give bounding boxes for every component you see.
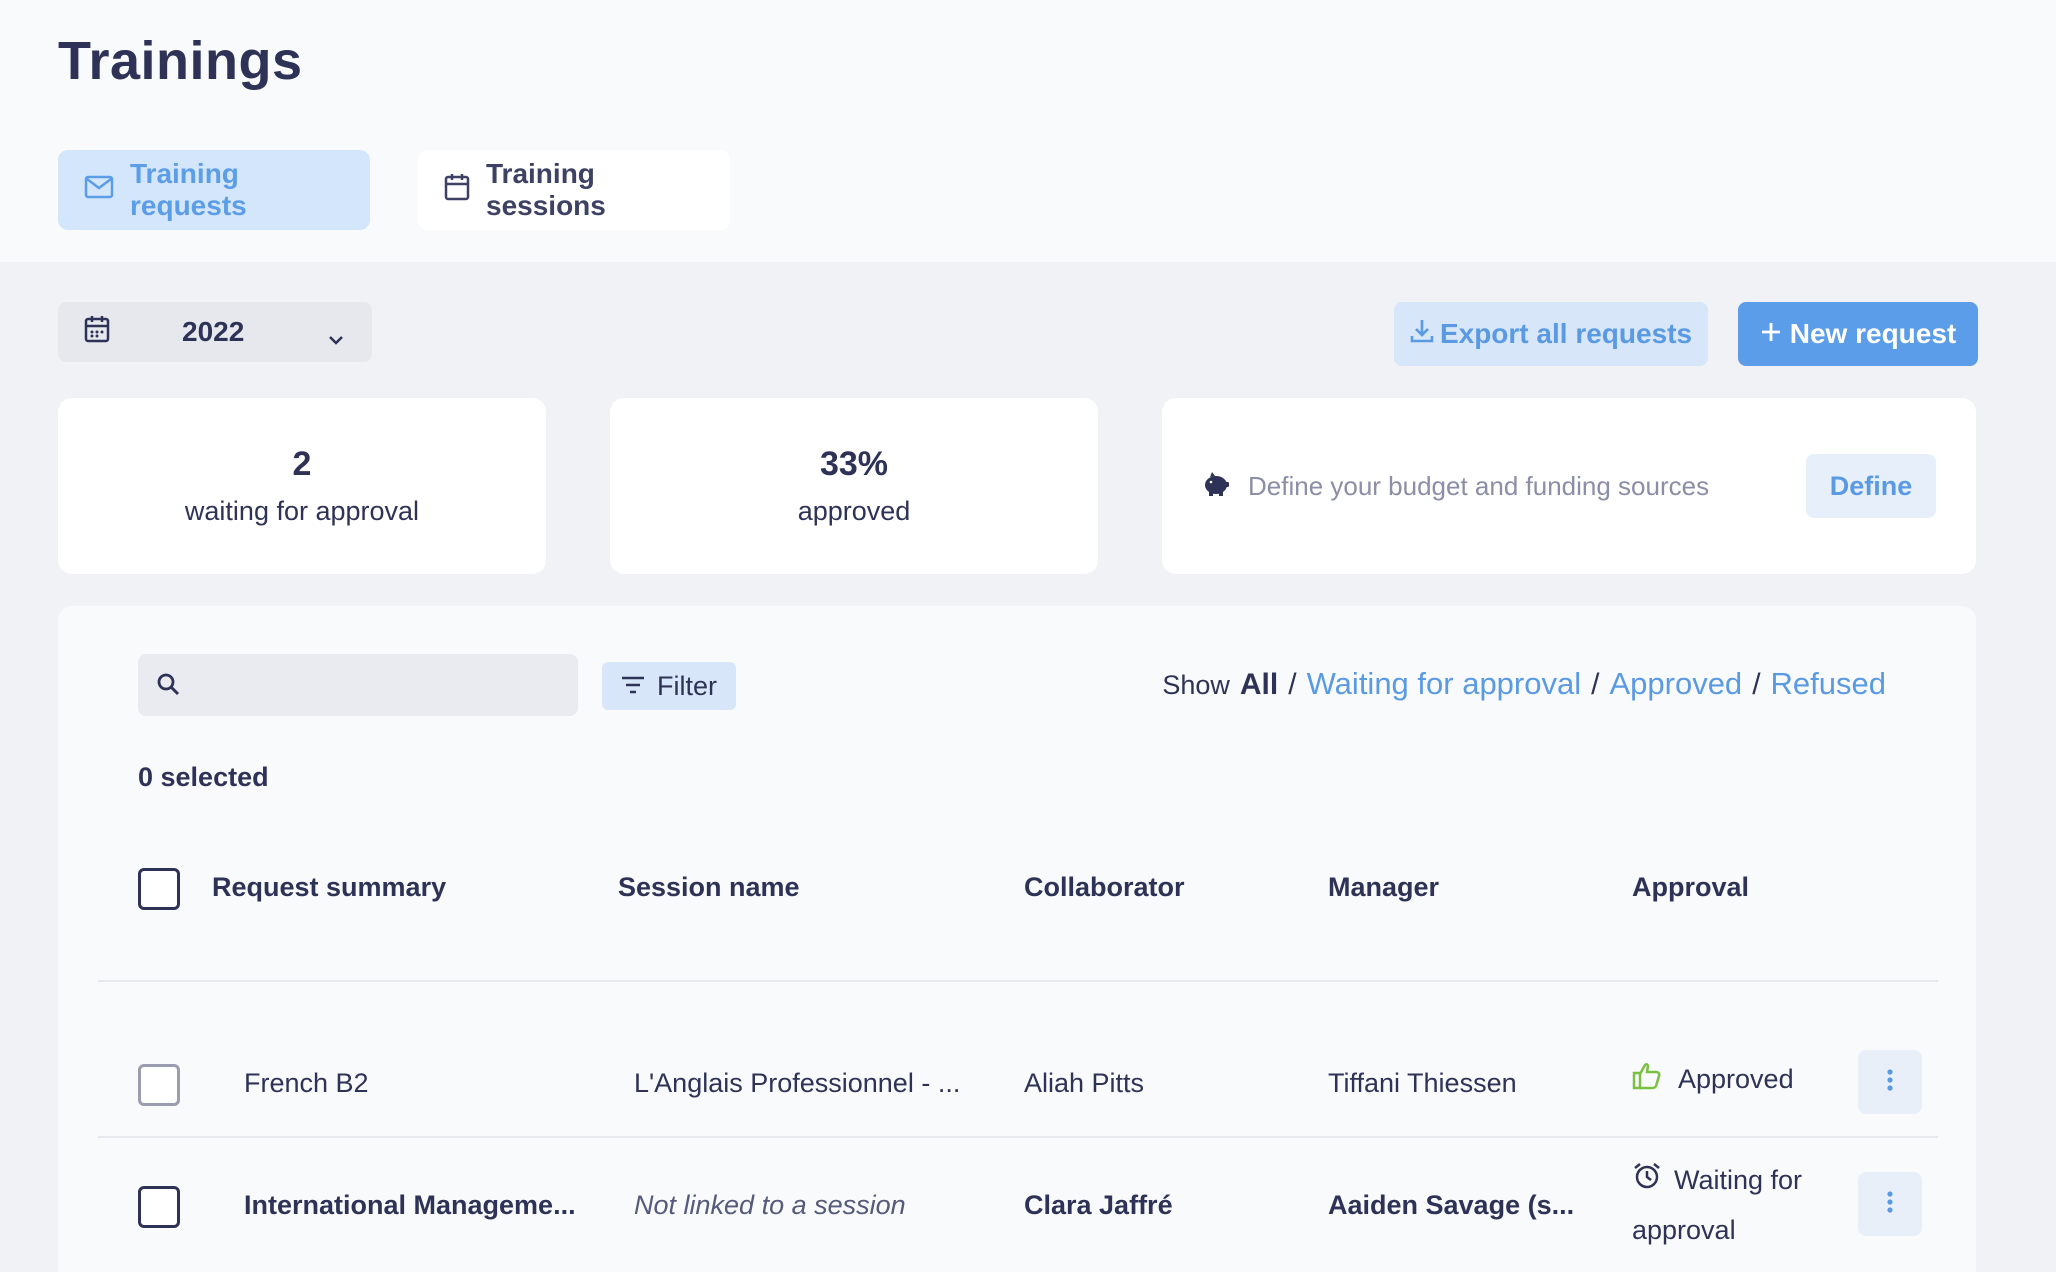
export-label: Export all requests — [1439, 318, 1693, 349]
filter-refused-link[interactable]: Refused — [1771, 666, 1886, 702]
row-checkbox[interactable] — [138, 1064, 180, 1106]
thumbs-up-icon — [1632, 1062, 1662, 1097]
year-value: 2022 — [182, 316, 245, 347]
row-checkbox[interactable] — [138, 1186, 180, 1228]
column-header-approval[interactable]: Approval — [1632, 872, 1749, 903]
filter-button[interactable]: Filter — [602, 662, 736, 710]
row-actions-button[interactable] — [1858, 1050, 1922, 1114]
column-header-summary[interactable]: Request summary — [212, 872, 446, 903]
stat-label: waiting for approval — [184, 496, 420, 526]
approval-label-line1: Waiting for — [1674, 1165, 1803, 1195]
column-header-manager[interactable]: Manager — [1328, 872, 1439, 903]
tab-label: Training requests — [130, 158, 247, 221]
year-select[interactable]: 2022 — [58, 302, 372, 362]
mail-icon — [84, 174, 114, 206]
column-header-collaborator[interactable]: Collaborator — [1024, 872, 1185, 903]
stat-value: 33% — [819, 445, 889, 483]
tab-training-sessions[interactable]: Training sessions — [418, 150, 730, 230]
search-input[interactable] — [198, 654, 568, 716]
define-budget-button[interactable]: Define — [1806, 454, 1936, 518]
manager-name: Aaiden Savage (s... — [1328, 1190, 1575, 1220]
collaborator-name: Aliah Pitts — [1024, 1068, 1145, 1098]
calendar-icon — [444, 173, 470, 208]
approval-label-line2: approval — [1632, 1214, 1736, 1245]
separator: / — [1752, 668, 1761, 701]
new-request-label: New request — [1789, 318, 1957, 349]
show-prefix: Show — [1162, 670, 1230, 700]
approval-status: Approved — [1632, 1062, 1794, 1097]
filter-label: Filter — [657, 670, 717, 701]
status-filter: Show All / Waiting for approval / Approv… — [1162, 666, 1886, 702]
budget-card: Define your budget and funding sources D… — [1162, 398, 1976, 574]
approval-label: Approved — [1678, 1064, 1794, 1094]
divider — [98, 980, 1938, 982]
row-actions-button[interactable] — [1858, 1172, 1922, 1236]
budget-text: Define your budget and funding sources — [1248, 470, 1710, 501]
search-box[interactable] — [138, 654, 578, 716]
divider — [98, 1136, 1938, 1138]
separator: / — [1591, 668, 1600, 701]
filter-waiting-link[interactable]: Waiting for approval — [1307, 666, 1582, 702]
stat-card-approved: 33% approved — [610, 398, 1098, 574]
collaborator-name: Clara Jaffré — [1024, 1190, 1173, 1220]
session-name: Not linked to a session — [634, 1190, 906, 1220]
plus-icon — [1760, 318, 1782, 350]
export-all-requests-button[interactable]: Export all requests — [1394, 302, 1708, 366]
chevron-down-icon — [326, 322, 346, 354]
page-header: Trainings Training requests Training ses… — [0, 0, 2056, 262]
stat-label: approved — [797, 496, 911, 526]
new-request-button[interactable]: New request — [1738, 302, 1978, 366]
alarm-clock-icon — [1632, 1158, 1662, 1206]
stat-value: 2 — [292, 445, 312, 483]
request-summary[interactable]: International Manageme... — [244, 1190, 576, 1221]
manager-name: Tiffani Thiessen — [1328, 1068, 1517, 1098]
search-icon — [156, 672, 182, 703]
filter-all-link[interactable]: All — [1240, 668, 1278, 702]
request-summary[interactable]: French B2 — [244, 1068, 369, 1099]
filter-icon — [621, 671, 645, 702]
page-title: Trainings — [58, 31, 303, 91]
session-name: L'Anglais Professionnel - ... — [634, 1068, 961, 1098]
more-vertical-icon — [1886, 1068, 1894, 1097]
tab-label: Training sessions — [486, 158, 606, 221]
piggy-bank-icon — [1202, 471, 1230, 502]
stat-card-waiting: 2 waiting for approval — [58, 398, 546, 574]
selected-count: 0 selected — [138, 762, 269, 792]
separator: / — [1288, 668, 1297, 701]
more-vertical-icon — [1886, 1190, 1894, 1219]
calendar-icon — [84, 315, 110, 350]
select-all-checkbox[interactable] — [138, 868, 180, 910]
approval-status: Waiting for approval — [1632, 1156, 1842, 1254]
download-icon — [1410, 318, 1434, 351]
tab-training-requests[interactable]: Training requests — [58, 150, 370, 230]
column-header-session[interactable]: Session name — [618, 872, 800, 903]
filter-approved-link[interactable]: Approved — [1609, 666, 1742, 702]
requests-panel: Filter Show All / Waiting for approval /… — [58, 606, 1976, 1272]
